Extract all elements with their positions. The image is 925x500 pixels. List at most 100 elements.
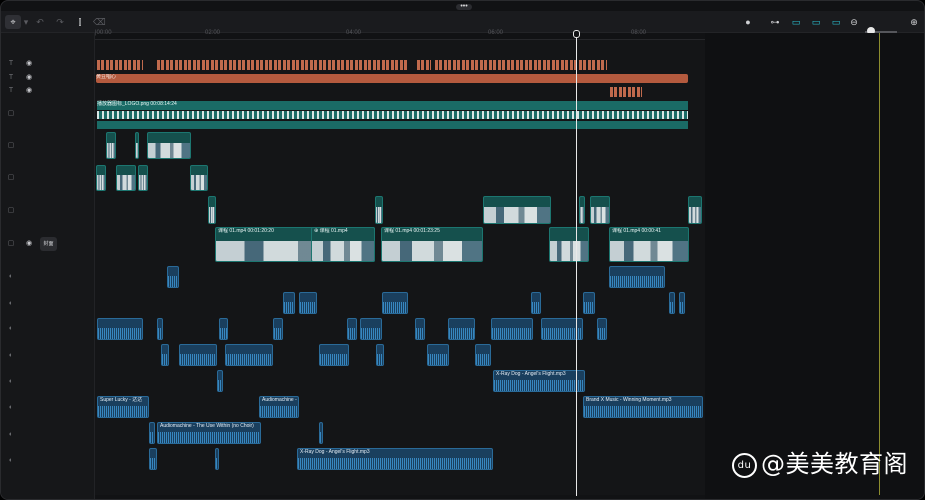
eye-icon[interactable]: ◉ xyxy=(26,87,32,95)
audio-clip[interactable] xyxy=(157,318,163,340)
audio-track-icon: ◐ xyxy=(8,300,14,307)
audio-clip[interactable] xyxy=(360,318,382,340)
audio-clip[interactable] xyxy=(583,292,595,314)
main-video-clip[interactable]: 课程 01.mp4 00:00:41 xyxy=(609,227,689,262)
subtitle-clips[interactable] xyxy=(157,60,407,70)
audio-clip[interactable]: Super Lucky - 达达 xyxy=(97,396,149,418)
magnet-icon[interactable]: ▭ xyxy=(828,15,844,29)
playhead[interactable] xyxy=(576,31,577,496)
audio-clip[interactable] xyxy=(225,344,273,366)
sticker-keyframes[interactable] xyxy=(97,111,688,119)
sticker-clip[interactable]: 播放器图标_LOGO.png 00:08:14:24 xyxy=(97,101,688,110)
audio-clip[interactable] xyxy=(427,344,449,366)
audio-clip[interactable]: X-Ray Dog - Angel's Flight.mp3 xyxy=(297,448,493,470)
audio-clip[interactable] xyxy=(273,318,283,340)
timeline-tracks[interactable]: 黄豆唱心 播放器图标_LOGO.png 00:08:14:24 课程 01.mp… xyxy=(95,40,705,495)
ruler-tick: 04:00 xyxy=(346,30,362,36)
watermark: du @美美教育阁 xyxy=(732,444,908,479)
audio-track-icon: ◐ xyxy=(8,273,14,280)
video-clip[interactable] xyxy=(106,132,116,159)
audio-clip[interactable] xyxy=(376,344,384,366)
audio-clip[interactable] xyxy=(283,292,295,314)
audio-clip[interactable] xyxy=(347,318,357,340)
subtitle-clip[interactable]: 黄豆唱心 xyxy=(96,74,688,83)
main-video-clip[interactable]: ⊕ 课程 01.mp4 xyxy=(311,227,375,262)
subtitle-clips[interactable] xyxy=(435,60,607,70)
video-clip[interactable] xyxy=(147,132,191,159)
audio-clip[interactable] xyxy=(597,318,607,340)
time-ruler[interactable]: |00:00 02:00 04:00 06:00 08:00 xyxy=(95,28,705,40)
audio-clip[interactable] xyxy=(217,370,223,392)
chevron-down-icon[interactable]: ▾ xyxy=(22,15,30,29)
audio-clip[interactable]: Audiomachine - The Use Within (no Choir) xyxy=(157,422,261,444)
audio-track-icon: ◐ xyxy=(8,352,14,359)
audio-clip[interactable] xyxy=(167,266,179,288)
audio-clip[interactable] xyxy=(219,318,228,340)
audio-clip[interactable] xyxy=(679,292,685,314)
arrow-pointer-icon[interactable]: ⌖ xyxy=(5,15,21,29)
watermark-text: @美美教育阁 xyxy=(761,450,908,478)
preview-icon[interactable]: ▭ xyxy=(808,15,824,29)
audio-clip[interactable] xyxy=(475,344,491,366)
audio-clip[interactable] xyxy=(97,318,143,340)
audio-clip[interactable]: X-Ray Dog - Angel's Flight.mp3 xyxy=(493,370,585,392)
audio-clip[interactable]: Brand X Music - Winning Moment.mp3 xyxy=(583,396,703,418)
audio-clip[interactable] xyxy=(669,292,675,314)
delete-icon[interactable]: ⌫ xyxy=(93,15,106,29)
audio-clip[interactable] xyxy=(382,292,408,314)
window-grip-icon[interactable]: ••• xyxy=(456,3,472,10)
video-clip[interactable] xyxy=(96,165,106,191)
microphone-icon[interactable]: ● xyxy=(743,15,753,29)
video-clip[interactable] xyxy=(116,165,136,191)
zoom-in-icon[interactable]: ⊕ xyxy=(909,15,919,29)
main-track-icon: ▢ xyxy=(7,240,15,247)
audio-clip[interactable] xyxy=(299,292,317,314)
video-clip[interactable] xyxy=(579,196,585,224)
text-track-icon: T xyxy=(8,60,14,67)
video-clip[interactable] xyxy=(483,196,551,224)
sticker-clip[interactable] xyxy=(97,121,688,129)
video-clip[interactable] xyxy=(135,132,139,159)
video-clip[interactable] xyxy=(190,165,208,191)
undo-icon[interactable]: ↶ xyxy=(35,15,45,29)
video-clip[interactable] xyxy=(590,196,610,224)
audio-clip[interactable] xyxy=(149,422,155,444)
subtitle-clips[interactable] xyxy=(417,60,431,70)
audio-mute-icon[interactable]: ◉ xyxy=(26,240,32,248)
audio-clip[interactable] xyxy=(491,318,533,340)
audio-clip[interactable]: Audiomachine - xyxy=(259,396,299,418)
split-icon[interactable]: ⫿ xyxy=(75,15,85,29)
clip-label: 课程 01.mp4 00:00:41 xyxy=(612,228,661,234)
redo-icon[interactable]: ↷ xyxy=(55,15,65,29)
audio-clip[interactable] xyxy=(319,422,323,444)
video-clip[interactable] xyxy=(138,165,148,191)
link-icon[interactable]: ⊶ xyxy=(767,15,783,29)
snap-icon[interactable]: ▭ xyxy=(788,15,804,29)
video-clip[interactable] xyxy=(375,196,383,224)
video-clip[interactable] xyxy=(208,196,216,224)
audio-clip[interactable] xyxy=(609,266,665,288)
clip-label: 播放器图标_LOGO.png 00:08:14:24 xyxy=(97,101,177,107)
playhead-handle[interactable] xyxy=(573,30,580,38)
main-video-clip[interactable]: 课程 01.mp4 00:01:23:25 xyxy=(381,227,483,262)
video-clip[interactable] xyxy=(688,196,702,224)
clip-label: Audiomachine - The Use Within (no Choir) xyxy=(160,423,254,429)
eye-icon[interactable]: ◉ xyxy=(26,60,32,68)
main-video-clip[interactable] xyxy=(549,227,589,262)
sticker-track-icon: ▢ xyxy=(7,110,15,117)
cover-button[interactable]: 封面 xyxy=(40,237,57,251)
subtitle-clips[interactable] xyxy=(97,60,143,70)
audio-clip[interactable] xyxy=(215,448,219,470)
audio-clip[interactable] xyxy=(531,292,541,314)
zoom-out-icon[interactable]: ⊖ xyxy=(849,15,859,29)
audio-clip[interactable] xyxy=(319,344,349,366)
audio-clip[interactable] xyxy=(161,344,169,366)
eye-icon[interactable]: ◉ xyxy=(26,74,32,82)
subtitle-clips[interactable] xyxy=(610,87,642,97)
audio-clip[interactable] xyxy=(149,448,157,470)
audio-clip[interactable] xyxy=(179,344,217,366)
audio-clip[interactable] xyxy=(415,318,425,340)
audio-clip[interactable] xyxy=(448,318,475,340)
track-header-panel: T ◉ T ◉ T ◉ ▢ ▢ ▢ ▢ ▢ ◉ ◐ ◐ ◐ ◐ ◐ ◐ ◐ ◐ xyxy=(1,33,95,499)
empty-timeline-area[interactable] xyxy=(705,33,924,499)
